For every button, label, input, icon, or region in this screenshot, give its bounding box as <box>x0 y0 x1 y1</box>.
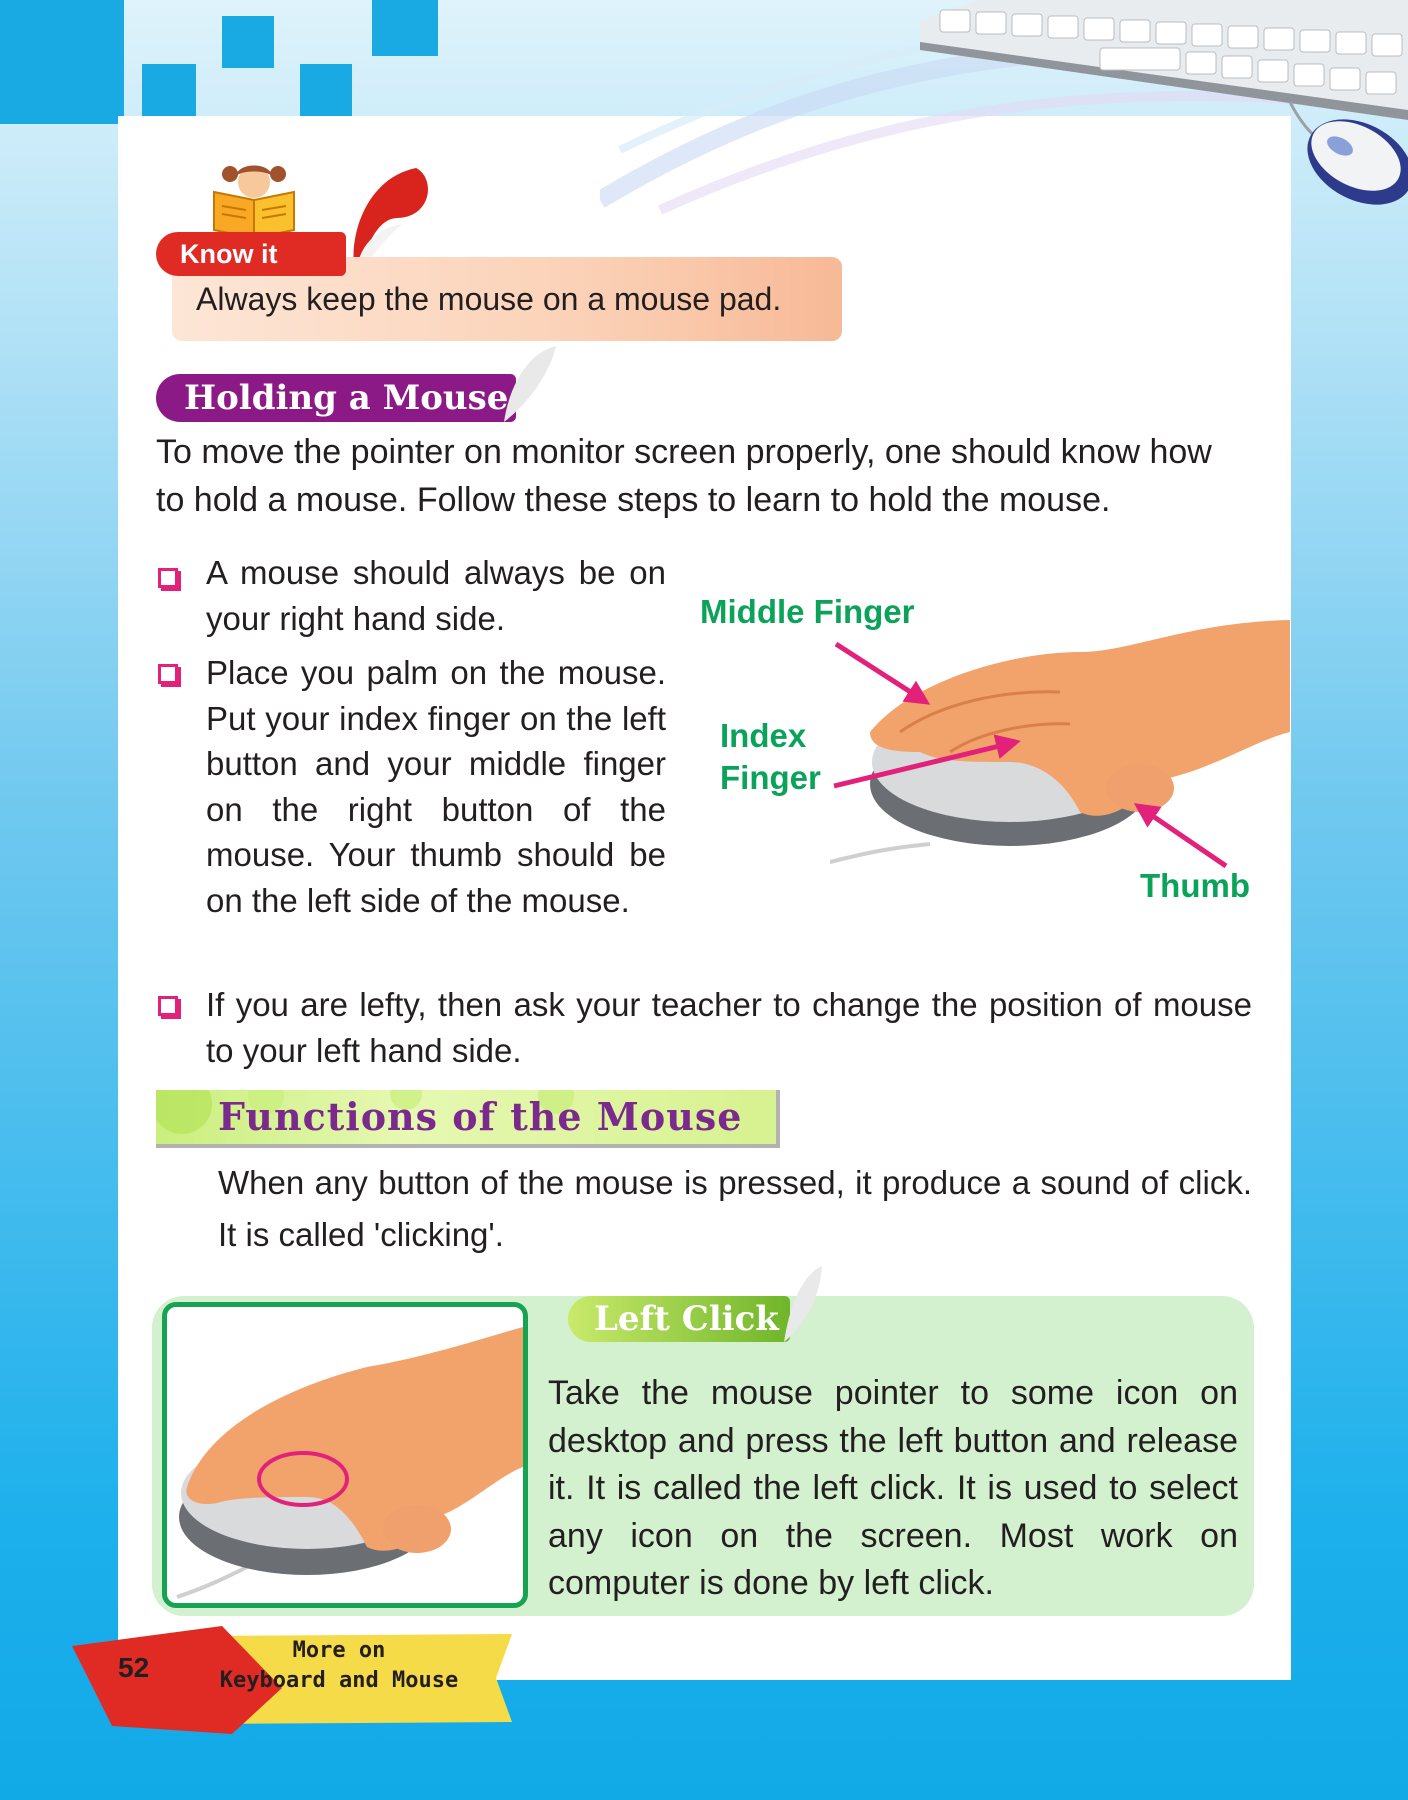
checkbox-bullet-icon <box>158 996 178 1016</box>
mouse-image <box>1288 101 1408 205</box>
left-click-photo-frame <box>162 1302 528 1608</box>
chapter-title-line-2: Keyboard and Mouse <box>219 1668 459 1693</box>
functions-heading-bar: Functions of the Mouse <box>156 1090 780 1148</box>
deco-square <box>0 0 124 124</box>
holding-intro-line-1: To move the pointer on monitor screen pr… <box>156 433 1212 471</box>
heading-page-curl <box>504 346 556 422</box>
bullet-item: If you are lefty, then ask your teacher … <box>206 986 1252 1069</box>
bullet-item: A mouse should always be on your right h… <box>206 554 666 637</box>
deco-square <box>142 64 196 118</box>
functions-intro: When any button of the mouse is pressed,… <box>218 1164 1252 1253</box>
holding-intro-line-2: to hold a mouse. Follow these steps to l… <box>156 481 1111 519</box>
know-it-tag: Know it <box>156 232 346 276</box>
left-click-mouse-image <box>176 1327 523 1599</box>
label-middle-finger: Middle Finger <box>700 593 915 630</box>
deco-square <box>372 0 438 56</box>
know-it-tip-text: Always keep the mouse on a mouse pad. <box>196 281 782 317</box>
deco-square <box>222 16 274 68</box>
chapter-title: More on Keyboard and Mouse <box>214 1636 464 1696</box>
checkbox-bullet-icon <box>158 568 178 588</box>
left-click-heading: Left Click <box>568 1296 790 1342</box>
holding-mouse-heading: Holding a Mouse <box>156 374 516 422</box>
heading-page-curl <box>784 1266 822 1342</box>
deco-square <box>300 64 352 118</box>
pointer-arrows <box>833 641 1228 869</box>
label-index-finger-line-2: Finger <box>720 759 821 796</box>
label-index-finger-line-1: Index <box>720 717 807 754</box>
left-click-text: Take the mouse pointer to some icon on d… <box>548 1374 1238 1602</box>
functions-heading: Functions of the Mouse <box>218 1094 743 1139</box>
checkbox-bullet-icon <box>158 664 178 684</box>
chapter-title-line-1: More on <box>292 1638 386 1663</box>
bullet-item: Place you palm on the mouse. Put your in… <box>206 654 666 919</box>
label-thumb: Thumb <box>1140 867 1250 904</box>
page-number: 52 <box>118 1652 150 1683</box>
girl-reading-icon <box>213 165 295 240</box>
